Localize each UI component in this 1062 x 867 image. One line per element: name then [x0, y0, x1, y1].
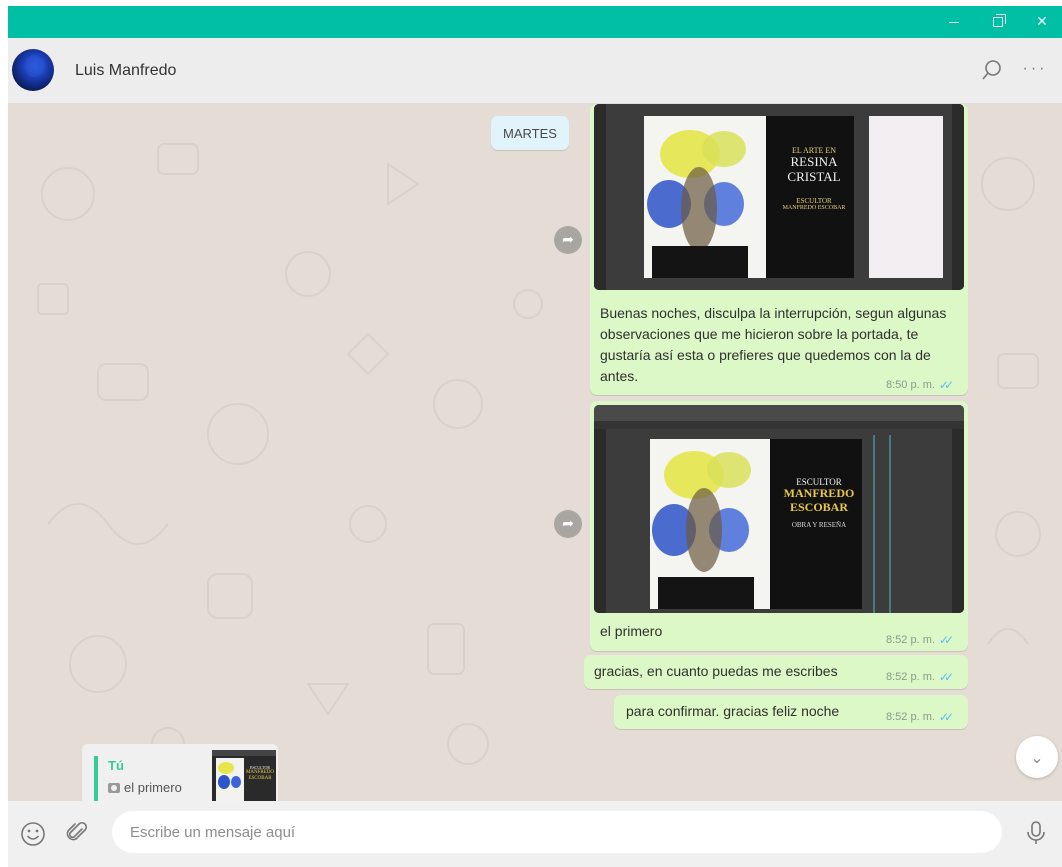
image-text-line: ESCOBAR	[789, 500, 848, 515]
message-text: para confirmar. gracias feliz noche	[626, 703, 840, 719]
close-icon[interactable]: ✕	[1024, 6, 1060, 38]
minimize-icon[interactable]	[936, 6, 972, 38]
read-receipt-icon: ✓✓	[938, 710, 954, 724]
chat-header: Luis Manfredo ···	[8, 38, 1062, 104]
contact-name[interactable]: Luis Manfredo	[75, 62, 176, 80]
message-meta: 8:50 p. m. ✓✓	[886, 378, 954, 392]
reply-accent-bar	[94, 756, 98, 801]
message-bubble[interactable]: EL ARTE EN RESINA CRISTAL ESCULTOR MANFR…	[590, 104, 968, 395]
message-meta: 8:52 p. m. ✓✓	[886, 670, 954, 684]
reply-preview[interactable]: Tú el primero ESCULTOR MANFREDO ESCOBAR	[82, 744, 278, 801]
message-bubble[interactable]: ESCULTOR MANFREDO ESCOBAR OBRA Y RESEÑA …	[590, 401, 968, 651]
message-bubble[interactable]: para confirmar. gracias feliz noche 8:52…	[614, 695, 968, 729]
image-text-line: ESCULTOR	[796, 197, 832, 206]
composer-bar	[8, 801, 1062, 867]
emoji-icon[interactable]	[20, 821, 46, 847]
reply-thumbnail: ESCULTOR MANFREDO ESCOBAR	[212, 750, 276, 801]
message-meta: 8:52 p. m. ✓✓	[886, 710, 954, 724]
camera-icon	[108, 782, 120, 793]
message-text: el primero	[600, 623, 663, 639]
message-time: 8:52 p. m.	[886, 711, 935, 723]
paperclip-icon[interactable]	[64, 820, 90, 846]
image-text-line: MANFREDO	[783, 486, 855, 501]
restore-icon[interactable]	[980, 6, 1016, 38]
message-text: Buenas noches, disculpa la interrupción,…	[600, 305, 947, 384]
message-meta: 8:52 p. m. ✓✓	[886, 633, 954, 647]
image-text-line: RESINA	[790, 154, 838, 170]
read-receipt-icon: ✓✓	[938, 670, 954, 684]
microphone-icon[interactable]	[1024, 820, 1048, 846]
chevron-down-icon[interactable]: ⌄	[1016, 736, 1058, 778]
reply-text: el primero	[124, 780, 182, 795]
image-text-line: OBRA Y RESEÑA	[791, 520, 847, 529]
thumb-text-line: ESCOBAR	[248, 775, 272, 781]
window-titlebar: ✕	[8, 6, 1062, 38]
reply-text-row: el primero	[108, 780, 182, 795]
message-bubble[interactable]: gracias, en cuanto puedas me escribes 8:…	[584, 655, 968, 689]
message-image[interactable]: ESCULTOR MANFREDO ESCOBAR OBRA Y RESEÑA	[594, 405, 964, 613]
message-time: 8:52 p. m.	[886, 634, 935, 646]
reply-author: Tú	[108, 758, 124, 773]
message-image[interactable]: EL ARTE EN RESINA CRISTAL ESCULTOR MANFR…	[594, 104, 964, 290]
date-chip: MARTES	[491, 116, 569, 150]
read-receipt-icon: ✓✓	[938, 378, 954, 392]
message-time: 8:50 p. m.	[886, 379, 935, 391]
search-icon[interactable]	[980, 58, 1004, 82]
avatar[interactable]	[12, 49, 54, 91]
image-text-line: CRISTAL	[787, 169, 841, 185]
forward-icon[interactable]: ➦	[554, 226, 582, 254]
read-receipt-icon: ✓✓	[938, 633, 954, 647]
chat-panel[interactable]: MARTES ➦ EL ARTE EN RESINA CRISTAL ESCUL…	[8, 104, 1062, 801]
more-options-icon[interactable]: ···	[1020, 58, 1050, 82]
message-input[interactable]	[112, 811, 1002, 853]
message-time: 8:52 p. m.	[886, 671, 935, 683]
image-text-line: MANFREDO ESCOBAR	[782, 205, 846, 212]
forward-icon[interactable]: ➦	[554, 510, 582, 538]
message-text: gracias, en cuanto puedas me escribes	[594, 663, 838, 679]
